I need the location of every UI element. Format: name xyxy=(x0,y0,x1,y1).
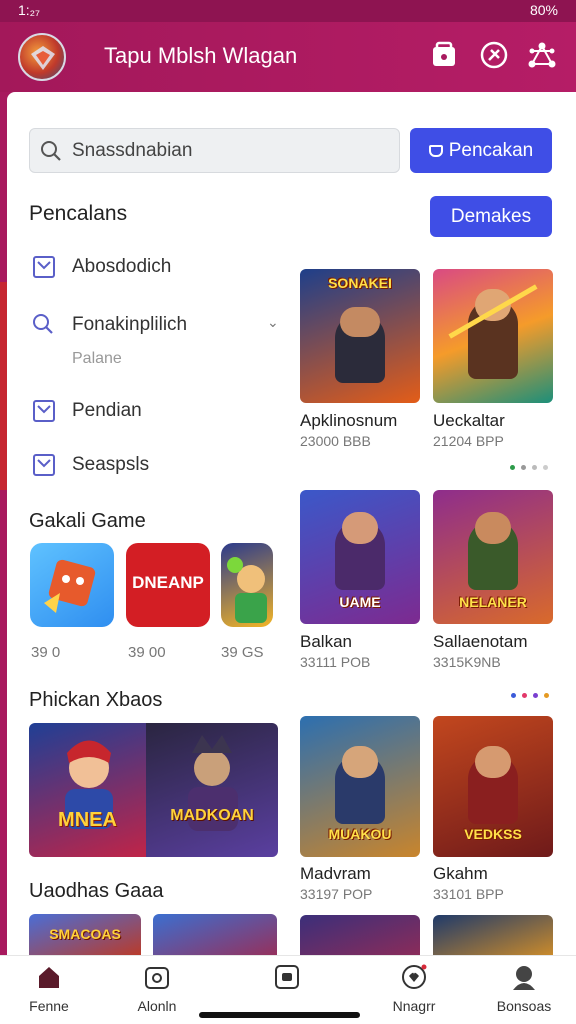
card-price: 23000 BBB xyxy=(300,433,371,449)
nav-item-home[interactable]: Fenne xyxy=(9,964,89,1014)
card-art xyxy=(433,269,553,403)
game-card-7[interactable] xyxy=(433,915,553,955)
game-value-1: 39 00 xyxy=(128,644,166,661)
store-icon[interactable] xyxy=(429,40,459,70)
checkbox-icon[interactable] xyxy=(33,256,55,278)
card-art: MUAKOU xyxy=(300,716,420,857)
card-art-title: MUAKOU xyxy=(328,826,392,842)
card-price: 33101 BPP xyxy=(433,886,504,902)
search-placeholder: Snassdnabian xyxy=(72,140,193,161)
search-icon xyxy=(33,314,53,334)
game-value-2: 39 GS xyxy=(221,644,264,661)
phickan-title: Phickan Xbaos xyxy=(29,689,163,711)
app-bar: Tapu Mblsh Wlagan xyxy=(0,22,576,92)
search-button-label: Pencakan xyxy=(448,140,534,161)
tools-icon[interactable] xyxy=(479,40,509,70)
card-art-title: UAME xyxy=(339,594,381,610)
app-logo-icon[interactable] xyxy=(18,33,66,81)
game-icon-0[interactable] xyxy=(30,543,114,627)
banner-title: MADKOAN xyxy=(170,807,254,824)
card-price: 33197 POP xyxy=(300,886,373,902)
carousel-dots xyxy=(510,465,554,470)
card-art-title: SONAKEI xyxy=(328,275,392,291)
game-icon-2[interactable] xyxy=(221,543,273,627)
main-sheet: Snassdnabian Pencakan Pencalans Demakes … xyxy=(7,92,576,962)
chevron-down-icon[interactable]: ⌄ xyxy=(267,314,279,331)
nav-label: Alonln xyxy=(137,998,177,1014)
card-title: Madvram xyxy=(300,864,371,883)
filter-option-2[interactable]: Pendian xyxy=(72,400,142,422)
game-icon-1[interactable]: DNEANP xyxy=(126,543,210,627)
nav-item-chat[interactable] xyxy=(247,964,327,998)
nav-item-games[interactable]: Alonln xyxy=(117,964,197,1014)
card-title: Ueckaltar xyxy=(433,411,505,430)
card-art-title: VEDKSS xyxy=(464,826,522,842)
filter-option-0[interactable]: Abosdodich xyxy=(72,256,171,278)
uaodhas-title: Uaodhas Gaaa xyxy=(29,880,164,902)
card-price: 3315K9NB xyxy=(433,654,501,670)
card-art: NELANER xyxy=(433,490,553,624)
banner-title: MNEA xyxy=(58,809,117,831)
home-indicator[interactable] xyxy=(199,1012,360,1018)
app-title: Tapu Mblsh Wlagan xyxy=(104,43,298,68)
nav-item-favorites[interactable]: Nnagrr xyxy=(374,964,454,1014)
nav-label: Nnagrr xyxy=(392,998,436,1014)
gakali-title: Gakali Game xyxy=(29,510,146,532)
game-card-6[interactable] xyxy=(300,915,420,955)
card-art-title: NELANER xyxy=(459,594,527,610)
card-art: SONAKEI xyxy=(300,269,420,403)
profile-icon xyxy=(511,964,537,990)
status-time: 1:₂₇ xyxy=(18,2,40,18)
checkbox-icon[interactable] xyxy=(33,400,55,422)
banner-0[interactable]: MNEA xyxy=(29,723,146,857)
checkbox-icon[interactable] xyxy=(33,454,55,476)
filter-option-sublabel: Palane xyxy=(72,350,122,367)
side-accent xyxy=(0,282,7,490)
game-value-0: 39 0 xyxy=(31,644,61,661)
card-price: 33111 POB xyxy=(300,654,371,670)
banner-1[interactable]: MADKOAN xyxy=(146,723,278,857)
card-title: Sallaenotam xyxy=(433,632,528,651)
share-network-icon[interactable] xyxy=(527,40,557,70)
card-art: VEDKSS xyxy=(433,716,553,857)
status-battery: 80% xyxy=(529,2,558,18)
tag-icon xyxy=(428,145,443,157)
card-art: UAME xyxy=(300,490,420,624)
apply-filters-button[interactable]: Demakes xyxy=(430,196,552,237)
filter-option-1[interactable]: Fonakinplilich xyxy=(72,314,187,336)
gamepad-icon xyxy=(144,964,170,990)
filter-option-3[interactable]: Seaspsls xyxy=(72,454,149,476)
nav-item-profile[interactable]: Bonsoas xyxy=(484,964,564,1014)
search-icon xyxy=(41,141,61,161)
card-title: Gkahm xyxy=(433,864,488,883)
heart-icon xyxy=(401,964,427,990)
search-input[interactable]: Snassdnabian xyxy=(29,128,400,173)
nav-label: Fenne xyxy=(29,998,69,1014)
home-icon xyxy=(36,964,62,990)
status-bar: 1:₂₇ 80% xyxy=(0,0,576,22)
chat-icon xyxy=(274,964,300,990)
card-price: 21204 BPP xyxy=(433,433,504,449)
card-title: Balkan xyxy=(300,632,352,651)
search-button[interactable]: Pencakan xyxy=(410,128,552,173)
filters-title: Pencalans xyxy=(29,202,128,225)
nav-label: Bonsoas xyxy=(496,998,552,1014)
banner-title: SMACOAS xyxy=(49,926,121,942)
card-title: Apklinosnum xyxy=(300,411,398,430)
game-icon-label: DNEANP xyxy=(132,573,204,592)
carousel-dots xyxy=(511,693,555,698)
